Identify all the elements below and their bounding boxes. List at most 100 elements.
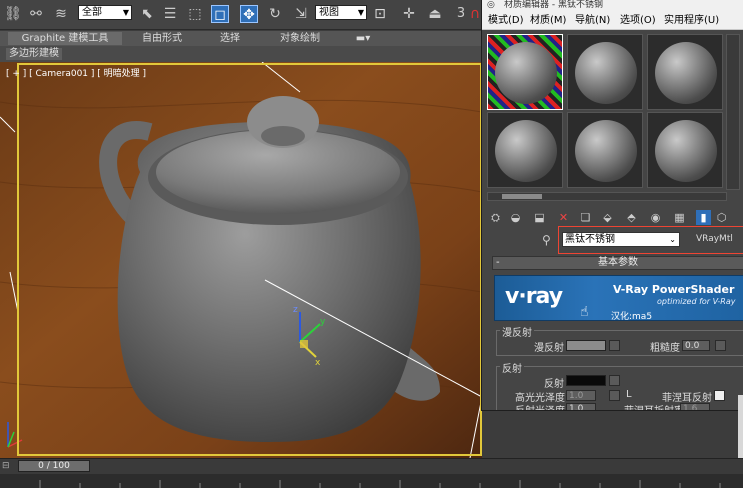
menu-material[interactable]: 材质(M) <box>530 15 566 27</box>
show-end-result-icon[interactable]: ▮ <box>696 210 711 225</box>
select-object-icon[interactable]: ⬉ <box>138 5 156 23</box>
time-slider-bar: ⊟ <box>0 458 743 474</box>
select-and-move-icon[interactable]: ✥ <box>240 5 258 23</box>
go-to-parent-icon[interactable]: ⬡ <box>714 210 729 225</box>
track-ticks <box>39 480 721 488</box>
diffuse-map-button[interactable] <box>609 340 620 351</box>
material-sphere-preview <box>575 42 637 104</box>
keyboard-shortcut-icon[interactable]: ⏏ <box>426 5 444 23</box>
reflect-gloss-label: 反射光泽度 <box>515 402 565 410</box>
material-editor-app-icon: ◎ <box>487 0 495 10</box>
viewport-label[interactable]: [ + ] [ Camera001 ] [ 明暗处理 ] <box>6 66 146 79</box>
menu-mode[interactable]: 模式(D) <box>488 15 524 27</box>
reflect-gloss-spinner[interactable]: 1.0 <box>566 403 596 410</box>
put-to-library-icon[interactable]: ⬘ <box>624 210 639 225</box>
unlink-icon[interactable]: ⚯ <box>27 5 45 23</box>
link-icon[interactable]: ⛓ <box>4 5 22 23</box>
material-id-icon[interactable]: ◉ <box>648 210 663 225</box>
assign-to-selection-icon[interactable]: ⬓ <box>532 210 547 225</box>
selection-filter-value: 全部 <box>82 7 102 18</box>
time-slider[interactable]: 0 / 100 <box>18 460 90 472</box>
roughness-label: 粗糙度 <box>650 343 680 354</box>
material-sphere-preview <box>655 120 717 182</box>
graphite-ribbon: Graphite 建模工具 自由形式 选择 对象绘制 ▬▾ <box>0 31 482 46</box>
material-editor-window: ◎ 材质编辑器 - 黑钛不锈钢 模式(D) 材质(M) 导航(N) 选项(O) … <box>481 0 743 411</box>
material-slot-2[interactable] <box>567 34 643 110</box>
vray-logo: v·ray <box>505 284 563 309</box>
roughness-map-button[interactable] <box>715 340 726 351</box>
select-and-rotate-icon[interactable]: ↻ <box>266 5 284 23</box>
reset-map-icon[interactable]: ✕ <box>556 210 571 225</box>
chevron-down-icon: ▼ <box>357 8 364 17</box>
material-sphere-preview <box>495 120 557 182</box>
ribbon-panel-bar: 多边形建模 <box>0 46 482 62</box>
diffuse-label: 漫反射 <box>534 343 564 354</box>
rollout-collapse-icon: - <box>496 257 500 268</box>
scrollbar-thumb[interactable] <box>502 194 542 199</box>
slots-horizontal-scrollbar[interactable] <box>487 192 727 201</box>
background-window-edge <box>738 395 743 458</box>
tab-freeform[interactable]: 自由形式 <box>130 32 194 45</box>
roughness-spinner[interactable]: 0.0 <box>682 340 710 351</box>
material-slot-1[interactable] <box>487 34 563 110</box>
vray-banner-subtitle: optimized for V-Ray <box>657 297 736 306</box>
material-editor-menubar: 模式(D) 材质(M) 导航(N) 选项(O) 实用程序(U) <box>482 12 743 30</box>
material-slot-6[interactable] <box>647 112 723 188</box>
material-slot-3[interactable] <box>647 34 723 110</box>
material-slot-4[interactable] <box>487 112 563 188</box>
show-map-icon[interactable]: ▦ <box>672 210 687 225</box>
timebar-expand-icon[interactable]: ⊟ <box>2 461 10 471</box>
highlight-annotation-box <box>558 226 743 254</box>
basic-parameters-rollout-header[interactable]: - 基本参数 <box>492 256 743 270</box>
vray-banner: v·ray V-Ray PowerShader optimized for V-… <box>494 275 743 321</box>
copy-material-icon[interactable]: ❏ <box>578 210 593 225</box>
reference-coordinate-value: 视图 <box>319 7 339 18</box>
pick-material-eyedropper-icon[interactable]: ⚲ <box>542 233 551 247</box>
fresnel-ior-spinner[interactable]: 1.6 <box>680 403 710 410</box>
select-and-manipulate-icon[interactable]: ✛ <box>400 5 418 23</box>
rollout-title: 基本参数 <box>598 257 638 268</box>
hilight-gloss-spinner[interactable]: 1.0 <box>566 390 596 401</box>
menu-navigation[interactable]: 导航(N) <box>575 15 610 27</box>
put-to-scene-icon[interactable]: ◒ <box>508 210 523 225</box>
make-unique-icon[interactable]: ⬙ <box>600 210 615 225</box>
tab-selection[interactable]: 选择 <box>205 32 255 45</box>
menu-options[interactable]: 选项(O) <box>620 15 656 27</box>
slots-vertical-scrollbar[interactable] <box>726 34 740 190</box>
material-editor-title: 材质编辑器 - 黑钛不锈钢 <box>504 0 603 10</box>
chevron-down-icon: ▼ <box>122 8 129 17</box>
lock-label[interactable]: L <box>626 389 632 400</box>
vray-banner-credit: 汉化:ma5 www.toprender.com <box>611 312 653 321</box>
reference-coordinate-dropdown[interactable]: 视图 ▼ <box>315 5 367 20</box>
diffuse-color-swatch[interactable] <box>566 340 606 351</box>
reflection-group-title: 反射 <box>500 360 524 375</box>
material-editor-titlebar[interactable]: ◎ 材质编辑器 - 黑钛不锈钢 <box>482 0 743 12</box>
active-viewport-border <box>17 63 482 456</box>
fresnel-ior-label: 菲涅耳折射率 <box>624 402 684 410</box>
mouse-cursor-icon: ☝ <box>580 304 589 320</box>
get-material-icon[interactable]: ⛭ <box>488 210 503 225</box>
material-sphere-preview <box>575 120 637 182</box>
rectangular-selection-icon[interactable]: ⬚ <box>186 5 204 23</box>
window-crossing-icon[interactable]: ◻ <box>211 5 229 23</box>
tab-graphite-modeling[interactable]: Graphite 建模工具 <box>8 32 122 45</box>
tab-object-paint[interactable]: 对象绘制 <box>268 32 332 45</box>
track-bar[interactable] <box>0 474 743 488</box>
reflect-map-button[interactable] <box>609 375 620 386</box>
fresnel-checkbox[interactable] <box>714 390 725 401</box>
ribbon-options-icon[interactable]: ▬▾ <box>352 32 374 45</box>
select-and-scale-icon[interactable]: ⇲ <box>292 5 310 23</box>
reflect-color-swatch[interactable] <box>566 375 606 386</box>
pivot-center-icon[interactable]: ⊡ <box>371 5 389 23</box>
menu-utilities[interactable]: 实用程序(U) <box>664 15 719 27</box>
material-slot-5[interactable] <box>567 112 643 188</box>
reflect-label: 反射 <box>544 379 564 390</box>
diffuse-group-title: 漫反射 <box>500 324 534 339</box>
polygon-modeling-panel[interactable]: 多边形建模 <box>6 48 62 60</box>
material-sphere-preview <box>495 42 557 104</box>
bind-space-warp-icon[interactable]: ≋ <box>52 5 70 23</box>
select-by-name-icon[interactable]: ☰ <box>161 5 179 23</box>
hilight-gloss-map-button[interactable] <box>609 390 620 401</box>
vray-banner-title: V-Ray PowerShader <box>613 283 735 296</box>
selection-filter-dropdown[interactable]: 全部 ▼ <box>78 5 132 20</box>
